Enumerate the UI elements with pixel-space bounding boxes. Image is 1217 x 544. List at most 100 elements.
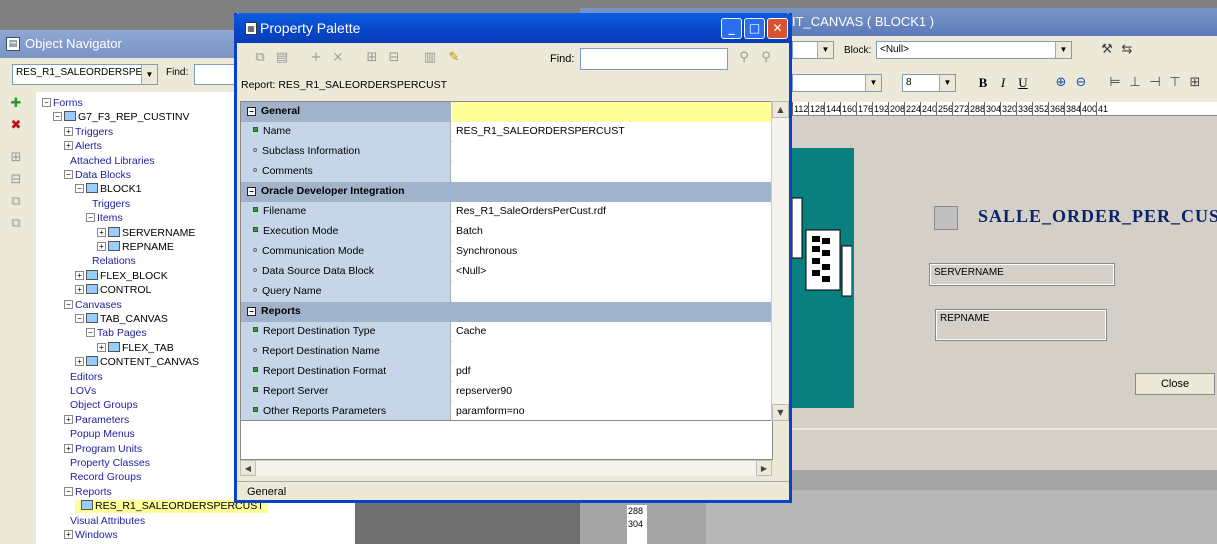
tree-node[interactable]: Property Classes: [64, 457, 150, 470]
tree-node[interactable]: + CONTROL: [75, 284, 151, 297]
expand-node-icon[interactable]: +: [64, 141, 73, 151]
property-group-row[interactable]: − General: [241, 102, 772, 122]
scroll-left-icon[interactable]: ◀: [240, 460, 256, 476]
tree-node[interactable]: LOVs: [64, 385, 96, 398]
collapse-node-icon[interactable]: −: [75, 314, 84, 323]
collapse-node-icon[interactable]: −: [64, 170, 73, 179]
palette-find-input[interactable]: [580, 48, 728, 70]
expand-node-icon[interactable]: +: [64, 126, 73, 136]
property-value[interactable]: Cache: [452, 322, 772, 342]
tree-node[interactable]: + Program Units: [64, 443, 142, 456]
tree-node[interactable]: Popup Menus: [64, 428, 135, 441]
search-forward-icon[interactable]: ⚲: [735, 49, 753, 67]
zoom-in-icon[interactable]: ⊕: [1052, 74, 1070, 92]
collapse-node-icon[interactable]: −: [86, 213, 95, 223]
property-row[interactable]: Query Name: [241, 282, 772, 302]
property-value[interactable]: <Null>: [452, 262, 772, 282]
tree-node[interactable]: + SERVERNAME: [97, 226, 195, 240]
pin-icon[interactable]: ✎: [445, 49, 463, 67]
collapse-group-icon[interactable]: −: [247, 187, 256, 196]
tree-node[interactable]: + CONTENT_CANVAS: [75, 356, 199, 369]
collapse-node-icon[interactable]: −: [64, 299, 73, 309]
collapse-node-icon[interactable]: −: [42, 98, 51, 107]
expand-node-icon[interactable]: +: [75, 285, 84, 295]
align-top-icon[interactable]: ⊤: [1166, 74, 1184, 92]
align-left-icon[interactable]: ⊨: [1106, 74, 1124, 92]
collapse-all-icon[interactable]: ⧉: [8, 216, 24, 232]
scroll-right-icon[interactable]: ▶: [756, 460, 772, 476]
tree-node[interactable]: + REPNAME: [97, 241, 174, 254]
property-value[interactable]: RES_R1_SALEORDERSPERCUST: [452, 122, 772, 142]
property-row[interactable]: Filename Res_R1_SaleOrdersPerCust.rdf: [241, 202, 772, 222]
close-window-button[interactable]: ✕: [767, 18, 788, 39]
tree-node[interactable]: − Items: [86, 212, 123, 225]
align-right-icon[interactable]: ⊣: [1146, 74, 1164, 92]
property-value[interactable]: [452, 102, 772, 122]
property-value[interactable]: Batch: [452, 222, 772, 242]
tree-node[interactable]: Record Groups: [64, 471, 141, 484]
tree-node[interactable]: + Parameters: [64, 414, 129, 427]
canvas-square-button[interactable]: [934, 206, 958, 230]
tree-node[interactable]: − Tab Pages: [86, 327, 147, 340]
horizontal-scrollbar[interactable]: ◀ ▶: [240, 460, 772, 476]
property-value[interactable]: paramform=no: [452, 402, 772, 420]
create-icon[interactable]: ✚: [8, 96, 24, 112]
scroll-up-icon[interactable]: ▲: [772, 101, 789, 118]
tree-node[interactable]: + Windows: [64, 529, 118, 542]
close-button[interactable]: Close: [1135, 373, 1215, 395]
property-row[interactable]: Other Reports Parameters paramform=no: [241, 402, 772, 420]
collapse-node-icon[interactable]: −: [53, 112, 62, 122]
tool-icon[interactable]: ⚒: [1098, 41, 1116, 59]
property-row[interactable]: Subclass Information: [241, 142, 772, 162]
expand-node-icon[interactable]: +: [97, 242, 106, 251]
tree-node[interactable]: + FLEX_BLOCK: [75, 269, 168, 283]
expand-node-icon[interactable]: +: [75, 270, 84, 280]
inherit-icon[interactable]: ▥: [421, 49, 439, 67]
property-value[interactable]: Synchronous: [452, 242, 772, 262]
tree-node[interactable]: − Data Blocks: [64, 169, 131, 182]
collapse-icon[interactable]: ⊟: [8, 172, 24, 188]
tree-node[interactable]: − G7_F3_REP_CUSTINV: [53, 111, 189, 124]
tree-node[interactable]: Triggers: [86, 198, 130, 211]
align-middle-icon[interactable]: ⊞: [1186, 74, 1204, 92]
block-combo[interactable]: <Null> ▼: [876, 41, 1072, 59]
delete-icon[interactable]: ✖: [8, 118, 24, 134]
collapse-node-icon[interactable]: −: [86, 328, 95, 338]
property-row[interactable]: Report Destination Type Cache: [241, 322, 772, 342]
expand-node-icon[interactable]: +: [97, 342, 106, 352]
expand-node-icon[interactable]: +: [75, 357, 84, 367]
tree-node[interactable]: − BLOCK1: [75, 183, 141, 196]
expand-node-icon[interactable]: +: [64, 530, 73, 539]
property-value[interactable]: [452, 142, 772, 162]
copy-icon[interactable]: ⧉: [251, 49, 269, 67]
font-size-combo[interactable]: 8 ▼: [902, 74, 956, 92]
canvas-combo[interactable]: ▼: [792, 41, 834, 59]
align-center-icon[interactable]: ⊥: [1126, 74, 1144, 92]
servername-item[interactable]: SERVERNAME: [929, 263, 1115, 286]
property-row[interactable]: Report Destination Format pdf: [241, 362, 772, 382]
property-value[interactable]: Res_R1_SaleOrdersPerCust.rdf: [452, 202, 772, 222]
property-value[interactable]: [452, 162, 772, 182]
property-row[interactable]: Report Server repserver90: [241, 382, 772, 402]
bold-button[interactable]: B: [974, 74, 992, 92]
tree-node[interactable]: Relations: [86, 255, 136, 268]
collapse-node-icon[interactable]: −: [75, 184, 84, 194]
search-backward-icon[interactable]: ⚲: [757, 49, 775, 67]
add-icon[interactable]: +: [307, 49, 325, 67]
tool-icon[interactable]: ⇆: [1118, 41, 1136, 59]
tree-node[interactable]: + FLEX_TAB: [97, 341, 174, 355]
tree-node[interactable]: + Alerts: [64, 140, 102, 153]
property-value[interactable]: repserver90: [452, 382, 772, 402]
collapse-group-icon[interactable]: −: [247, 307, 256, 316]
tree-node[interactable]: Editors: [64, 371, 103, 384]
repname-item[interactable]: REPNAME: [935, 309, 1107, 341]
property-row[interactable]: Communication Mode Synchronous: [241, 242, 772, 262]
expand-node-icon[interactable]: +: [97, 227, 106, 237]
tree-node[interactable]: Attached Libraries: [64, 155, 155, 168]
tree-node[interactable]: − Forms: [42, 97, 83, 110]
zoom-out-icon[interactable]: ⊖: [1072, 74, 1090, 92]
expand-icon[interactable]: ⊞: [8, 150, 24, 166]
intersection-icon[interactable]: ⊟: [385, 49, 403, 67]
remove-icon[interactable]: ×: [329, 49, 347, 67]
property-row[interactable]: Comments: [241, 162, 772, 182]
